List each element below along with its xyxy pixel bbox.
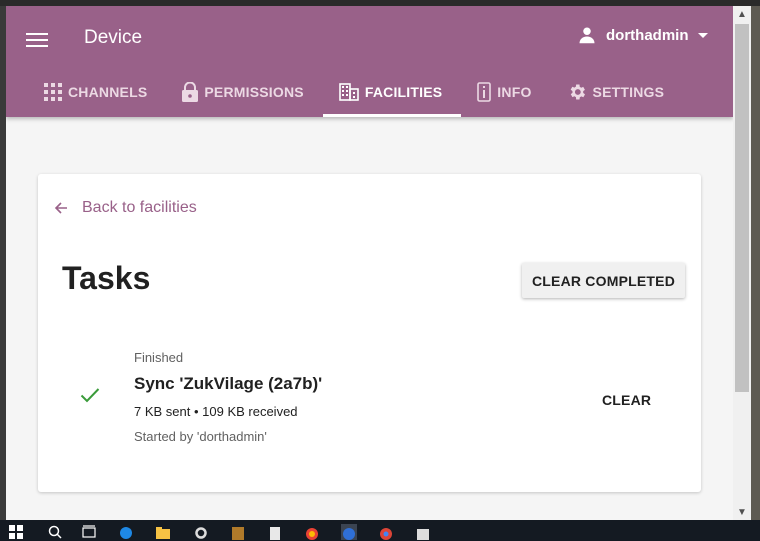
task-transfer-info: 7 KB sent • 109 KB received — [134, 404, 298, 419]
edge-browser-icon[interactable] — [118, 524, 134, 540]
task-status: Finished — [134, 350, 184, 365]
lock-icon — [182, 81, 199, 102]
windows-start-icon[interactable] — [8, 524, 24, 540]
caret-down-icon — [697, 32, 708, 38]
tab-label: CHANNELS — [68, 83, 148, 100]
checkmark-icon — [80, 388, 100, 403]
browser-viewport: Device dorthadmin CHANNELS PERMISSIONS F… — [6, 6, 733, 520]
arrow-back-icon — [54, 202, 67, 214]
user-menu[interactable]: dorthadmin — [578, 26, 708, 44]
page-title: Device — [84, 27, 143, 48]
tasks-heading: Tasks — [62, 260, 151, 296]
chrome-icon[interactable] — [378, 524, 394, 540]
tab-label: PERMISSIONS — [204, 83, 304, 100]
terminal-icon[interactable] — [415, 524, 431, 540]
app-bar: Device dorthadmin CHANNELS PERMISSIONS F… — [6, 6, 733, 117]
folder-icon[interactable] — [155, 524, 171, 540]
search-icon[interactable] — [47, 524, 63, 540]
scroll-thumb[interactable] — [735, 24, 749, 392]
apps-grid-icon — [44, 82, 62, 101]
task-view-icon[interactable] — [81, 524, 97, 540]
nav-tabs: CHANNELS PERMISSIONS FACILITIES INFO SET… — [28, 66, 683, 117]
clear-task-button[interactable]: CLEAR — [594, 388, 659, 412]
scroll-down-icon[interactable]: ▼ — [733, 504, 751, 520]
tab-label: SETTINGS — [592, 83, 665, 100]
tab-permissions[interactable]: PERMISSIONS — [166, 66, 322, 117]
back-link-label: Back to facilities — [82, 199, 197, 216]
settings-gear-icon[interactable] — [193, 524, 209, 540]
back-to-facilities-link[interactable]: Back to facilities — [54, 199, 197, 217]
tab-settings[interactable]: SETTINGS — [551, 66, 684, 117]
clear-completed-button[interactable]: CLEAR COMPLETED — [522, 263, 685, 298]
tab-channels[interactable]: CHANNELS — [28, 66, 166, 117]
tasks-card: Back to facilities Tasks CLEAR COMPLETED… — [38, 174, 701, 492]
building-icon — [339, 82, 359, 101]
app-icon[interactable] — [230, 524, 246, 540]
task-item: Finished Sync 'ZukVilage (2a7b)' 7 KB se… — [38, 344, 701, 454]
person-icon — [579, 27, 595, 44]
task-name: Sync 'ZukVilage (2a7b)' — [134, 374, 323, 393]
kolibri-icon[interactable] — [304, 524, 320, 540]
info-icon — [477, 81, 492, 102]
tab-facilities[interactable]: FACILITIES — [322, 66, 462, 117]
os-taskbar — [0, 520, 760, 541]
tab-label: FACILITIES — [364, 83, 443, 100]
notepad-icon[interactable] — [267, 524, 283, 540]
vertical-scrollbar[interactable]: ▲ ▼ — [733, 6, 751, 520]
tab-label: INFO — [497, 83, 532, 100]
username: dorthadmin — [606, 26, 689, 44]
scroll-up-icon[interactable]: ▲ — [733, 6, 751, 22]
tab-info[interactable]: INFO — [461, 66, 550, 117]
firefox-icon[interactable] — [341, 524, 357, 540]
gear-icon — [570, 84, 585, 99]
task-started-by: Started by 'dorthadmin' — [134, 429, 267, 444]
hamburger-menu-icon[interactable] — [26, 30, 48, 48]
